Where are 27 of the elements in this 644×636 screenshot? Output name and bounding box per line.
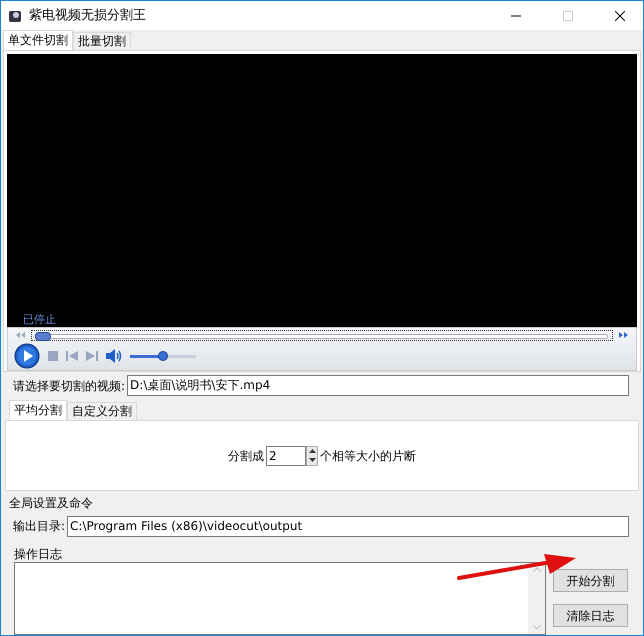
tab[interactable]: 平均分割 <box>9 400 67 420</box>
action-button[interactable]: 开始分割 <box>553 569 628 592</box>
group-title: 全局设置及命令 <box>8 495 94 512</box>
field-label: 输出目录: <box>13 518 66 536</box>
player-status: 已停止 <box>22 313 57 327</box>
fast-forward-icon[interactable] <box>619 332 628 338</box>
tab[interactable]: 批量切割 <box>73 32 131 50</box>
close-icon <box>615 10 625 20</box>
seek-thumb[interactable] <box>35 332 51 340</box>
volume-thumb[interactable] <box>158 350 168 360</box>
seek-bar[interactable] <box>31 330 613 340</box>
segment-count-field[interactable]: 2 <box>266 446 306 466</box>
split-label: 个相等大小的片断 <box>320 448 416 464</box>
maximize-icon <box>563 10 573 20</box>
speaker-icon[interactable] <box>106 349 122 363</box>
log-label: 操作日志 <box>13 546 63 562</box>
action-button[interactable]: 清除日志 <box>553 604 628 628</box>
field-label: 请选择要切割的视频: <box>13 378 126 395</box>
tab[interactable]: 单文件切割 <box>3 30 73 50</box>
output-path-field[interactable]: C:\Program Files (x86)\videocut\output <box>67 516 629 537</box>
up-arrow-icon[interactable] <box>308 449 316 453</box>
video-path-field[interactable]: D:\桌面\说明书\安下.mp4 <box>127 375 629 396</box>
split-label: 分割成 <box>228 448 264 464</box>
window-title: 紫电视频无损分割王 <box>29 6 147 25</box>
tab[interactable]: 自定义分割 <box>67 402 137 420</box>
down-arrow-icon[interactable] <box>308 458 316 462</box>
play-icon[interactable] <box>14 343 40 369</box>
